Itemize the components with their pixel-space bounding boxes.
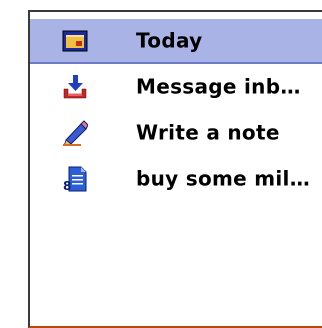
menu-list: Today Message inb… Write a note 8 buy so… bbox=[30, 18, 322, 202]
menu-item-label: Message inb… bbox=[136, 74, 301, 99]
note-page-icon: 8 bbox=[63, 166, 87, 192]
pencil-icon bbox=[63, 120, 88, 146]
menu-item-note-buy-milk[interactable]: 8 buy some mil… bbox=[30, 156, 322, 202]
calendar-icon bbox=[62, 30, 88, 51]
inbox-download-icon bbox=[63, 75, 87, 99]
menu-item-today[interactable]: Today bbox=[30, 18, 322, 64]
menu-item-label: Write a note bbox=[136, 120, 280, 145]
menu-panel: Today Message inb… Write a note 8 buy so… bbox=[28, 10, 322, 328]
menu-item-label: buy some mil… bbox=[136, 166, 311, 191]
menu-item-message-inbox[interactable]: Message inb… bbox=[30, 64, 322, 110]
menu-item-label: Today bbox=[136, 28, 203, 53]
svg-text:8: 8 bbox=[63, 179, 71, 192]
menu-item-write-note[interactable]: Write a note bbox=[30, 110, 322, 156]
